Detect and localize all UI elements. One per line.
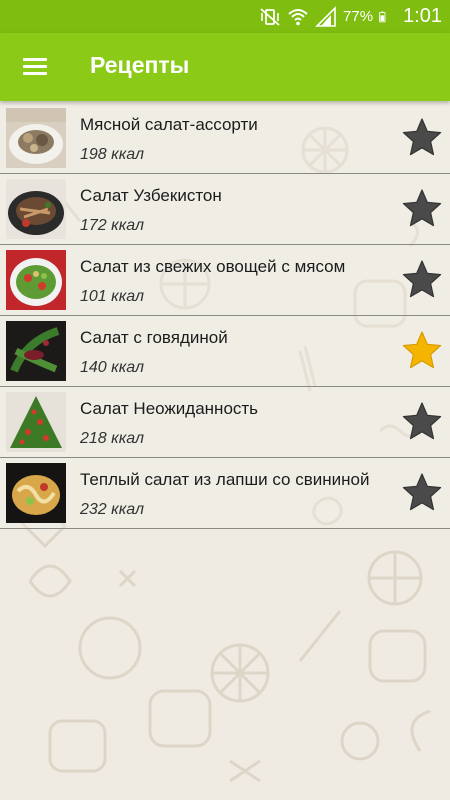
recipe-list: Мясной салат-ассорти 198 ккал Салат Узбе… xyxy=(0,103,450,529)
favorite-star-icon[interactable] xyxy=(402,117,442,157)
page-title: Рецепты xyxy=(90,52,190,78)
favorite-star-icon[interactable] xyxy=(402,259,442,299)
recipe-title: Салат Узбекистон xyxy=(80,186,222,205)
recipe-thumbnail xyxy=(6,321,66,381)
favorite-star-icon[interactable] xyxy=(402,188,442,228)
status-bar: 77% 1:01 xyxy=(0,0,450,33)
recipe-title: Мясной салат-ассорти xyxy=(80,115,258,134)
clock: 1:01 xyxy=(403,5,442,27)
recipe-title: Теплый салат из лапши со свининой xyxy=(80,470,370,489)
signal-icon xyxy=(315,5,336,27)
recipe-thumbnail xyxy=(6,392,66,452)
battery-icon xyxy=(379,11,386,22)
recipe-row[interactable]: Салат с говядиной 140 ккал xyxy=(0,316,450,387)
recipe-calories: 140 ккал xyxy=(80,359,144,376)
favorite-star-icon[interactable] xyxy=(402,330,442,370)
recipe-thumbnail xyxy=(6,250,66,310)
recipe-calories: 218 ккал xyxy=(80,430,144,447)
recipe-thumbnail xyxy=(6,108,66,168)
battery-percent: 77% xyxy=(343,8,374,25)
recipe-row[interactable]: Теплый салат из лапши со свининой 232 кк… xyxy=(0,458,450,529)
recipe-row[interactable]: Мясной салат-ассорти 198 ккал xyxy=(0,103,450,174)
recipe-title: Салат из свежих овощей с мясом xyxy=(80,257,346,276)
recipe-calories: 172 ккал xyxy=(80,217,144,234)
recipe-title: Салат с говядиной xyxy=(80,328,228,347)
recipe-row[interactable]: Салат из свежих овощей с мясом 101 ккал xyxy=(0,245,450,316)
recipe-calories: 198 ккал xyxy=(80,146,144,163)
recipe-row[interactable]: Салат Неожиданность 218 ккал xyxy=(0,387,450,458)
recipe-calories: 232 ккал xyxy=(80,501,144,518)
recipe-thumbnail xyxy=(6,179,66,239)
status-icons: 77% 1:01 xyxy=(259,0,442,33)
favorite-star-icon[interactable] xyxy=(402,401,442,441)
recipe-calories: 101 ккал xyxy=(80,288,144,305)
recipe-thumbnail xyxy=(6,463,66,523)
wifi-icon xyxy=(288,8,308,25)
app-bar: Рецепты xyxy=(0,33,450,101)
vibrate-mute-icon xyxy=(260,7,280,26)
recipe-row[interactable]: Салат Узбекистон 172 ккал xyxy=(0,174,450,245)
recipe-title: Салат Неожиданность xyxy=(80,399,259,418)
favorite-star-icon[interactable] xyxy=(402,472,442,512)
hamburger-menu-icon[interactable] xyxy=(18,53,52,81)
